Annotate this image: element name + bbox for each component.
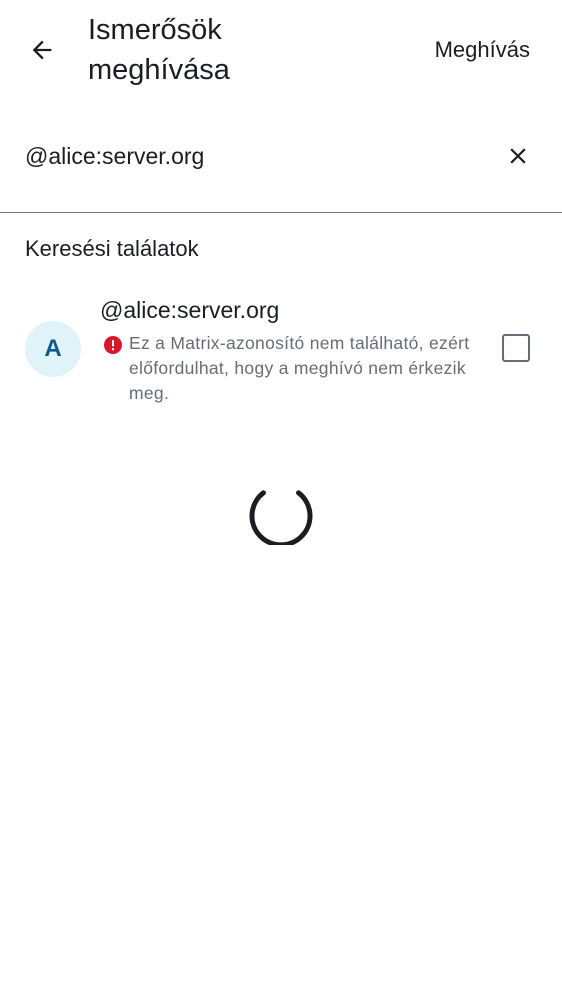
invite-button[interactable]: Meghívás — [435, 30, 530, 70]
error-icon — [104, 336, 122, 354]
search-field — [0, 118, 562, 213]
back-button[interactable] — [18, 26, 66, 74]
avatar-initial: A — [44, 335, 62, 362]
close-icon — [510, 148, 526, 164]
search-results-header: Keresési találatok — [25, 236, 199, 261]
page-title: Ismerősök meghívása — [88, 10, 348, 90]
loading-spinner-icon — [249, 490, 313, 545]
invite-people-screen: Ismerősök meghívása Meghívás Keresési ta… — [0, 0, 562, 1000]
clear-search-button[interactable] — [494, 132, 542, 180]
search-result-item[interactable]: A @alice:server.org Ez a Matrix-azonosít… — [0, 284, 562, 414]
arrow-left-icon — [32, 40, 52, 60]
result-user-id: @alice:server.org — [100, 297, 280, 323]
page-title-line-1: Ismerősök — [88, 14, 222, 46]
avatar: A — [25, 321, 81, 377]
select-checkbox[interactable] — [502, 334, 530, 362]
result-warning-text: Ez a Matrix-azonosító nem található, ezé… — [129, 333, 470, 403]
page-title-line-2: meghívása — [88, 54, 230, 86]
search-input[interactable] — [25, 136, 465, 176]
top-app-bar: Ismerősök meghívása Meghívás — [0, 0, 562, 100]
